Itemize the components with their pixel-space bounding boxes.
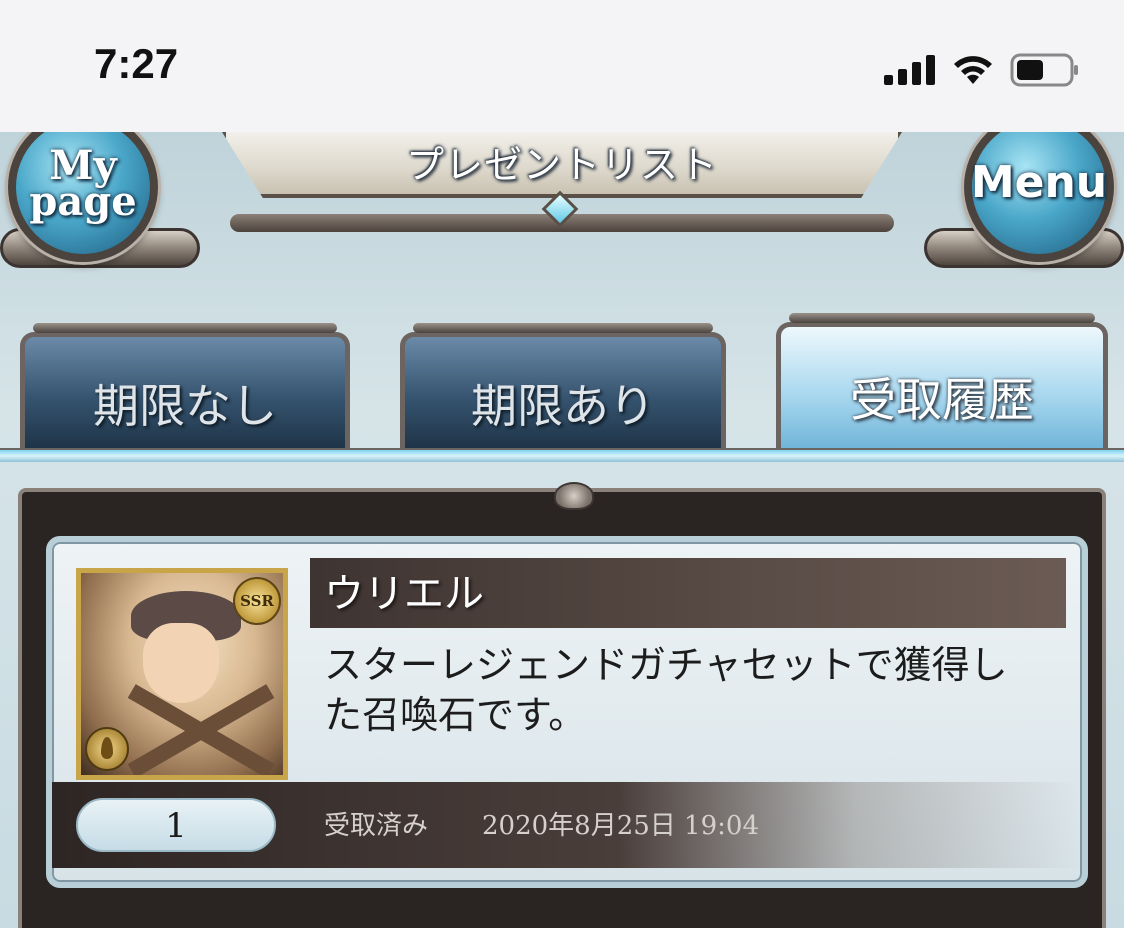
wifi-icon — [954, 56, 992, 84]
tab-bar: 期限なし 期限あり 受取履歴 — [0, 313, 1124, 462]
status-icons — [884, 50, 1080, 90]
battery-icon — [1010, 53, 1078, 87]
game-view: プレゼントリスト My page Menu 期限なし 期限あり 受取履歴 ウリエ… — [0, 132, 1124, 928]
tab-rail — [0, 448, 1124, 462]
quantity-badge: 1 — [76, 798, 276, 852]
mypage-label-line2: page — [29, 178, 137, 225]
element-icon — [85, 727, 129, 771]
received-date: 2020年8月25日 19:04 — [482, 811, 759, 841]
tab-with-expiry[interactable]: 期限あり — [400, 323, 726, 450]
status-time: 7:27 — [94, 40, 179, 87]
item-name: ウリエル — [324, 571, 484, 617]
item-thumbnail: SSR — [76, 568, 288, 780]
item-description: スターレジェンドガチャセットで獲得した召喚石です。 — [324, 643, 1008, 737]
present-list-panel: ウリエル スターレジェンドガチャセットで獲得した召喚石です。 SSR 1 受取済… — [18, 482, 1106, 928]
tab-no-expiry[interactable]: 期限なし — [20, 323, 350, 450]
received-status: 受取済み — [324, 811, 429, 841]
panel-ornament-icon — [554, 482, 594, 510]
status-bar: 7:27 — [0, 0, 1124, 132]
page-title: プレゼントリスト — [405, 143, 718, 187]
tab-received-history[interactable]: 受取履歴 — [776, 313, 1108, 450]
menu-label: Menu — [970, 157, 1108, 208]
signal-icon — [884, 55, 935, 85]
rarity-badge: SSR — [233, 577, 281, 625]
list-item[interactable]: ウリエル スターレジェンドガチャセットで獲得した召喚石です。 SSR 1 受取済… — [46, 536, 1088, 888]
